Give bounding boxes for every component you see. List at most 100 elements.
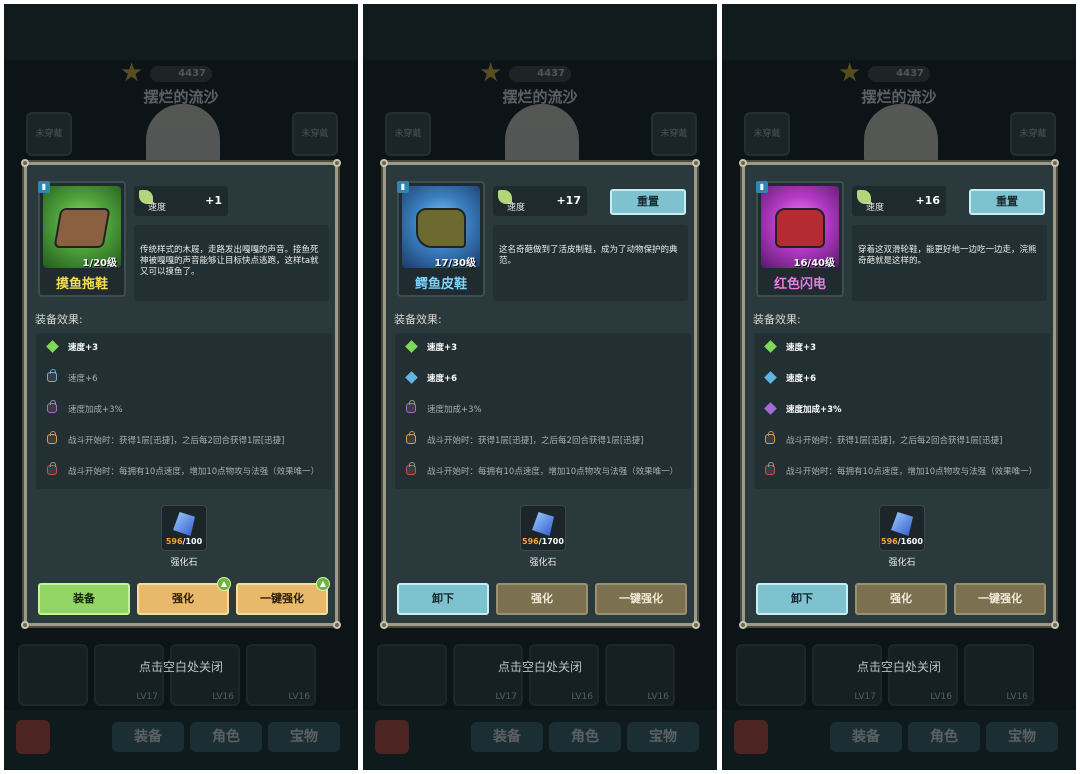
main-stat: 速度 +1 (134, 186, 228, 216)
item-card: 17/30级 ▮ 鳄鱼皮鞋 (397, 181, 485, 297)
orange-lock-icon (406, 431, 416, 444)
empty-slot[interactable]: 未穿戴 (651, 112, 697, 156)
arrow-up-icon: ▲ (316, 577, 330, 591)
upgrade-button[interactable]: 强化 (496, 583, 588, 615)
character-avatar (505, 104, 579, 168)
upgrade-button[interactable]: 强化 (855, 583, 947, 615)
effect-text: 速度加成+3% (786, 405, 842, 415)
bottom-tab[interactable]: 角色 (908, 722, 980, 752)
orange-lock-icon (47, 431, 57, 444)
inventory-slot[interactable] (377, 644, 447, 706)
stone-name: 强化石 (170, 558, 198, 568)
upgrade-stone: 596/100 (161, 505, 207, 551)
effect-row: 战斗开始时：获得1层[迅捷]，之后每2回合获得1层[迅捷] (762, 431, 1052, 448)
item-card: 16/40级 ▮ 红色闪电 (756, 181, 844, 297)
close-hint[interactable]: 点击空白处关闭 (722, 658, 1076, 675)
purple-lock-icon (406, 400, 416, 413)
blue-lock-icon (47, 369, 57, 382)
inventory-slot[interactable] (736, 644, 806, 706)
bottom-tab[interactable]: 装备 (471, 722, 543, 752)
inventory-slot[interactable]: LV16 (888, 644, 958, 706)
item-detail-dialog: 1/20级 ▮ 摸鱼拖鞋 速度 +1 传统样式的木屐，走路发出嘎嘎的声音。接鱼死… (21, 159, 341, 629)
effect-text: 战斗开始时：每拥有10点速度，增加10点物攻与法强（效果唯一） (786, 467, 1038, 477)
effect-row: 战斗开始时：每拥有10点速度，增加10点物攻与法强（效果唯一） (44, 462, 334, 479)
tier-icon: ▮ (38, 181, 50, 193)
effect-text: 速度加成+3% (427, 405, 482, 415)
star-icon: ★ (838, 58, 862, 88)
bottom-tab[interactable]: 宝物 (986, 722, 1058, 752)
stat-label: 速度 (866, 203, 885, 213)
inventory-slot[interactable]: LV16 (605, 644, 675, 706)
inventory-slot[interactable]: LV17 (94, 644, 164, 706)
button-label: 强化 (890, 592, 912, 605)
effect-text: 战斗开始时：获得1层[迅捷]，之后每2回合获得1层[迅捷] (68, 436, 285, 446)
button-label: 一键强化 (260, 592, 304, 605)
inventory-slot[interactable]: LV16 (170, 644, 240, 706)
crystal-icon (532, 512, 554, 536)
bottom-tab[interactable]: 角色 (549, 722, 621, 752)
effect-text: 速度+3 (68, 343, 99, 353)
effect-text: 战斗开始时：获得1层[迅捷]，之后每2回合获得1层[迅捷] (427, 436, 644, 446)
effect-row: 速度+3 (44, 339, 334, 355)
green-diamond-icon (405, 340, 418, 353)
empty-slot[interactable]: 未穿戴 (292, 112, 338, 156)
item-level: 1/20级 (82, 258, 117, 269)
equip-or-unequip-button[interactable]: 卸下 (756, 583, 848, 615)
item-detail-dialog: 17/30级 ▮ 鳄鱼皮鞋 速度 +17 重置 这名奇葩做到了活皮制鞋，成为了动… (380, 159, 700, 629)
corner-rivet (739, 621, 747, 629)
effect-text: 速度+3 (427, 343, 458, 353)
close-hint[interactable]: 点击空白处关闭 (4, 658, 358, 675)
stat-value: +1 (205, 194, 222, 207)
back-button[interactable] (375, 720, 409, 754)
effect-text: 战斗开始时：获得1层[迅捷]，之后每2回合获得1层[迅捷] (786, 436, 1003, 446)
bottom-tab[interactable]: 宝物 (627, 722, 699, 752)
back-button[interactable] (734, 720, 768, 754)
equip-or-unequip-button[interactable]: 卸下 (397, 583, 489, 615)
bottom-tab[interactable]: 装备 (830, 722, 902, 752)
empty-slot[interactable]: 未穿戴 (385, 112, 431, 156)
inventory-slot[interactable]: LV17 (812, 644, 882, 706)
inventory-slot[interactable]: LV16 (246, 644, 316, 706)
corner-rivet (333, 621, 341, 629)
bottom-tab[interactable]: 装备 (112, 722, 184, 752)
effect-row: 战斗开始时：获得1层[迅捷]，之后每2回合获得1层[迅捷] (44, 431, 334, 448)
item-name: 鳄鱼皮鞋 (414, 277, 467, 292)
quick-upgrade-button[interactable]: 一键强化 ▲ (236, 577, 330, 615)
crystal-icon (173, 512, 195, 536)
empty-slot[interactable]: 未穿戴 (26, 112, 72, 156)
inventory-slot[interactable]: LV16 (964, 644, 1034, 706)
quick-upgrade-button[interactable]: 一键强化 (595, 583, 687, 615)
red-lock-icon (765, 462, 775, 475)
bottom-tab[interactable]: 角色 (190, 722, 262, 752)
upgrade-stone: 596/1700 (520, 505, 566, 551)
quick-upgrade-button[interactable]: 一键强化 (954, 583, 1046, 615)
shoe-icon (416, 208, 466, 248)
inventory-level: LV16 (1006, 692, 1028, 702)
reset-button[interactable]: 重置 (969, 189, 1045, 215)
back-button[interactable] (16, 720, 50, 754)
item-name: 红色闪电 (773, 277, 826, 292)
power-score: 4437 (150, 66, 212, 82)
empty-slot[interactable]: 未穿戴 (1010, 112, 1056, 156)
close-hint[interactable]: 点击空白处关闭 (363, 658, 717, 675)
corner-rivet (21, 159, 29, 167)
green-diamond-icon (764, 340, 777, 353)
stone-name: 强化石 (529, 558, 557, 568)
inventory-slot[interactable]: LV17 (453, 644, 523, 706)
inventory-slot[interactable] (18, 644, 88, 706)
corner-rivet (692, 159, 700, 167)
top-bar (4, 4, 358, 60)
upgrade-stone: 596/1600 (879, 505, 925, 551)
inventory-slot[interactable]: LV16 (529, 644, 599, 706)
button-label: 强化 (531, 592, 553, 605)
reset-button[interactable]: 重置 (610, 189, 686, 215)
equip-or-unequip-button[interactable]: 装备 (38, 583, 130, 615)
purple-lock-icon (47, 400, 57, 413)
empty-slot[interactable]: 未穿戴 (744, 112, 790, 156)
effect-row: 速度+3 (762, 339, 1052, 355)
upgrade-button[interactable]: 强化 ▲ (137, 577, 231, 615)
bottom-tab[interactable]: 宝物 (268, 722, 340, 752)
effects-title: 装备效果: (394, 313, 442, 326)
top-bar (722, 4, 1076, 60)
arrow-up-icon: ▲ (217, 577, 231, 591)
